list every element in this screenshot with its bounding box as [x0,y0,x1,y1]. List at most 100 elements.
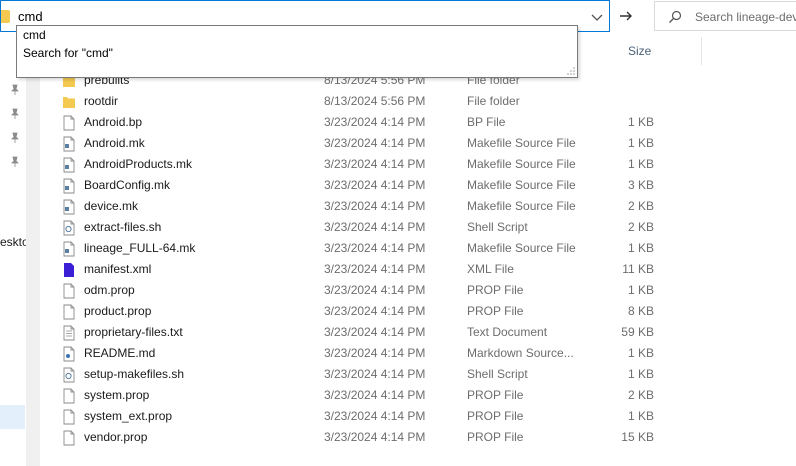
file-type: PROP File [467,388,524,402]
file-type: Markdown Source... [467,346,574,360]
file-row[interactable]: proprietary-files.txt 3/23/2024 4:14 PM Te… [40,322,796,343]
file-name: setup-makefiles.sh [84,367,185,381]
file-type: PROP File [467,430,524,444]
file-type: Makefile Source File [467,241,576,255]
file-date: 3/23/2024 4:14 PM [324,241,426,255]
search-placeholder: Search lineage-dev [695,10,796,24]
file-row[interactable]: AndroidProducts.mk 3/23/2024 4:14 PM Makef… [40,154,796,175]
file-size: 8 KB [627,304,654,318]
file-row[interactable]: vendor.prop 3/23/2024 4:14 PM PROP File 15 … [40,427,796,448]
file-row[interactable]: system.prop 3/23/2024 4:14 PM PROP File 2 K… [40,385,796,406]
makefile-icon [63,157,75,173]
nav-item-desktop[interactable]: eskto [0,235,29,249]
file-date: 3/23/2024 4:14 PM [324,157,426,171]
file-date: 3/23/2024 4:14 PM [324,367,426,381]
file-type: Makefile Source File [467,199,576,213]
file-size: 1 KB [627,409,654,423]
go-arrow-button[interactable] [612,4,640,28]
file-row[interactable]: README.md 3/23/2024 4:14 PM Markdown Sourc… [40,343,796,364]
file-date: 3/23/2024 4:14 PM [324,220,426,234]
file-date: 3/23/2024 4:14 PM [324,199,426,213]
file-row[interactable]: device.mk 3/23/2024 4:14 PM Makefile Sourc… [40,196,796,217]
pin-icon[interactable] [9,132,21,144]
file-type: BP File [467,115,506,129]
file-size: 1 KB [627,367,654,381]
xml-file-icon [64,263,74,277]
column-divider[interactable] [701,37,702,65]
file-date: 3/23/2024 4:14 PM [324,430,426,444]
file-name: product.prop [84,304,152,318]
file-date: 3/23/2024 4:14 PM [324,325,426,339]
markdown-icon [63,346,75,362]
file-row[interactable]: product.prop 3/23/2024 4:14 PM PROP File 8 … [40,301,796,322]
nav-selected-item[interactable] [0,405,25,429]
pin-icon[interactable] [9,84,21,96]
shell-script-icon [63,367,75,383]
file-name: Android.mk [84,136,145,150]
file-name: rootdir [84,94,119,108]
file-icon [63,115,75,131]
file-name: BoardConfig.mk [84,178,171,192]
file-type: File folder [467,94,520,108]
file-date: 3/23/2024 4:14 PM [324,346,426,360]
file-type: PROP File [467,409,524,423]
chevron-down-icon[interactable] [589,9,605,25]
file-row[interactable]: manifest.xml 3/23/2024 4:14 PM XML File 11 … [40,259,796,280]
file-type: Shell Script [467,220,528,234]
suggestion-search-for-cmd[interactable]: Search for "cmd" [23,46,113,60]
pin-icon[interactable] [9,108,21,120]
file-row[interactable]: BoardConfig.mk 3/23/2024 4:14 PM Makefile … [40,175,796,196]
column-size[interactable]: Size [628,44,651,58]
file-icon [63,304,75,320]
file-row[interactable]: odm.prop 3/23/2024 4:14 PM PROP File 1 KB [40,280,796,301]
file-date: 8/13/2024 5:56 PM [324,94,426,108]
file-size: 1 KB [627,157,654,171]
file-row[interactable]: setup-makefiles.sh 3/23/2024 4:14 PM Shell… [40,364,796,385]
file-name: vendor.prop [84,430,148,444]
makefile-icon [63,199,75,215]
file-icon [63,409,75,425]
suggestion-cmd[interactable]: cmd [23,28,46,42]
resize-grip-icon[interactable] [567,67,575,75]
file-name: extract-files.sh [84,220,162,234]
file-row[interactable]: Android.mk 3/23/2024 4:14 PM Makefile Sour… [40,133,796,154]
shell-script-icon [63,220,75,236]
navigation-pane[interactable]: eskto [0,32,29,466]
file-row[interactable]: system_ext.prop 3/23/2024 4:14 PM PROP Fil… [40,406,796,427]
file-name: AndroidProducts.mk [84,157,193,171]
file-row[interactable]: Android.bp 3/23/2024 4:14 PM BP File 1 KB [40,112,796,133]
file-size: 15 KB [621,430,654,444]
file-size: 1 KB [627,346,654,360]
file-type: Makefile Source File [467,157,576,171]
file-name: device.mk [84,199,139,213]
file-date: 3/23/2024 4:14 PM [324,178,426,192]
search-input[interactable]: Search lineage-dev [654,1,796,31]
file-date: 3/23/2024 4:14 PM [324,262,426,276]
file-icon [63,430,75,446]
file-row[interactable]: extract-files.sh 3/23/2024 4:14 PM Shell S… [40,217,796,238]
file-type: PROP File [467,304,524,318]
file-type: XML File [467,262,514,276]
file-type: PROP File [467,283,524,297]
file-row[interactable]: lineage_FULL-64.mk 3/23/2024 4:14 PM Makef… [40,238,796,259]
file-date: 3/23/2024 4:14 PM [324,136,426,150]
file-name: lineage_FULL-64.mk [84,241,196,255]
makefile-icon [63,178,75,194]
file-size: 1 KB [627,241,654,255]
file-size: 2 KB [627,388,654,402]
file-type: Makefile Source File [467,178,576,192]
file-size: 1 KB [627,115,654,129]
file-size: 3 KB [627,178,654,192]
file-name: Android.bp [84,115,143,129]
pin-icon[interactable] [9,156,21,168]
file-size: 11 KB [622,262,654,276]
file-icon [63,283,75,299]
makefile-icon [63,136,75,152]
address-input[interactable]: cmd [18,9,43,24]
file-size: 2 KB [627,199,654,213]
file-row[interactable]: rootdir 8/13/2024 5:56 PM File folder [40,91,796,112]
file-name: system.prop [84,388,150,402]
nav-scrollbar[interactable] [26,32,40,466]
file-size: 59 KB [621,325,654,339]
file-date: 3/23/2024 4:14 PM [324,283,426,297]
